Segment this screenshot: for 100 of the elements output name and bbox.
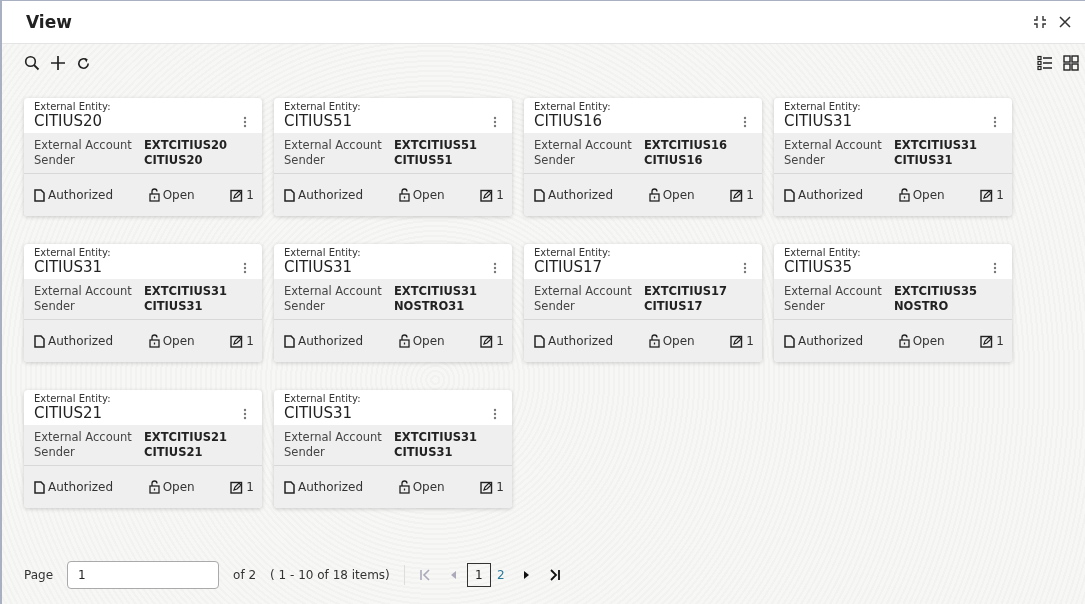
field-value: EXTCITIUS21 bbox=[144, 430, 228, 445]
unlock-icon bbox=[148, 480, 160, 494]
field-label: Sender bbox=[34, 153, 76, 168]
status-text: Authorized bbox=[298, 334, 364, 348]
plus-icon[interactable] bbox=[50, 55, 66, 71]
field-value: EXTCITIUS16 bbox=[644, 138, 728, 153]
record-card[interactable]: External Entity: CITIUS16 External Account EXTCITIUS16 Sender CITIUS16 Authorized Open 1 bbox=[524, 98, 762, 216]
lock-status-text: Open bbox=[662, 334, 695, 348]
collapse-icon[interactable] bbox=[1033, 15, 1047, 29]
entity-name: CITIUS31 bbox=[784, 112, 854, 130]
field-label: Sender bbox=[284, 153, 326, 168]
field-label: External Account bbox=[534, 138, 633, 153]
document-icon bbox=[34, 480, 45, 494]
record-card[interactable]: External Entity: CITIUS20 External Account EXTCITIUS20 Sender CITIUS20 Authorized Open 1 bbox=[24, 98, 262, 216]
kebab-menu-icon[interactable] bbox=[243, 262, 247, 274]
field-value: EXTCITIUS31 bbox=[394, 284, 478, 299]
field-label: Sender bbox=[284, 299, 326, 314]
entity-label: External Entity: bbox=[284, 101, 361, 112]
field-value: NOSTRO bbox=[894, 299, 949, 314]
edit-icon bbox=[230, 188, 244, 202]
field-label: Sender bbox=[784, 153, 826, 168]
window-title: View bbox=[26, 12, 72, 32]
entity-label: External Entity: bbox=[284, 393, 361, 404]
unlock-icon bbox=[898, 188, 910, 202]
record-card[interactable]: External Entity: CITIUS17 External Account EXTCITIUS17 Sender CITIUS17 Authorized Open 1 bbox=[524, 244, 762, 362]
field-label: Sender bbox=[284, 445, 326, 460]
list-view-icon[interactable] bbox=[1037, 55, 1053, 71]
entity-name: CITIUS35 bbox=[784, 258, 854, 276]
edit-count: 1 bbox=[246, 334, 254, 348]
close-icon[interactable] bbox=[1059, 16, 1071, 28]
entity-name: CITIUS51 bbox=[284, 112, 354, 130]
entity-name: CITIUS17 bbox=[534, 258, 604, 276]
record-card[interactable]: External Entity: CITIUS31 External Account EXTCITIUS31 Sender NOSTRO31 Authorized Open 1 bbox=[274, 244, 512, 362]
kebab-menu-icon[interactable] bbox=[493, 116, 497, 128]
record-card[interactable]: External Entity: CITIUS31 External Account EXTCITIUS31 Sender CITIUS31 Authorized Open 1 bbox=[274, 390, 512, 508]
field-label: External Account bbox=[34, 430, 133, 445]
unlock-icon bbox=[398, 480, 410, 494]
entity-label: External Entity: bbox=[34, 247, 111, 258]
field-label: External Account bbox=[534, 284, 633, 299]
field-value: CITIUS20 bbox=[144, 153, 203, 168]
status-text: Authorized bbox=[298, 188, 364, 202]
edit-icon bbox=[480, 334, 494, 348]
entity-name: CITIUS20 bbox=[34, 112, 104, 130]
edit-icon bbox=[480, 480, 494, 494]
status-text: Authorized bbox=[798, 334, 864, 348]
field-label: Sender bbox=[534, 299, 576, 314]
edit-icon bbox=[230, 334, 244, 348]
edit-icon bbox=[480, 188, 494, 202]
status-text: Authorized bbox=[798, 188, 864, 202]
field-value: CITIUS31 bbox=[894, 153, 953, 168]
kebab-menu-icon[interactable] bbox=[493, 408, 497, 420]
status-text: Authorized bbox=[48, 188, 114, 202]
edit-count: 1 bbox=[496, 480, 504, 494]
kebab-menu-icon[interactable] bbox=[993, 116, 997, 128]
document-icon bbox=[784, 188, 795, 202]
record-card[interactable]: External Entity: CITIUS31 External Account EXTCITIUS31 Sender CITIUS31 Authorized Open 1 bbox=[774, 98, 1012, 216]
kebab-menu-icon[interactable] bbox=[493, 262, 497, 274]
edit-count: 1 bbox=[246, 188, 254, 202]
entity-name: CITIUS31 bbox=[34, 258, 104, 276]
record-card[interactable]: External Entity: CITIUS35 External Account EXTCITIUS35 Sender NOSTRO Authorized Open 1 bbox=[774, 244, 1012, 362]
page-input-field[interactable]: 1 bbox=[67, 561, 220, 589]
field-value: CITIUS31 bbox=[144, 299, 203, 314]
document-icon bbox=[534, 334, 545, 348]
record-card[interactable]: External Entity: CITIUS51 External Account EXTCITIUS51 Sender CITIUS51 Authorized Open 1 bbox=[274, 98, 512, 216]
items-range-text: ( 1 - 10 of 18 items) bbox=[270, 568, 390, 582]
status-text: Authorized bbox=[48, 334, 114, 348]
field-label: External Account bbox=[784, 284, 883, 299]
unlock-icon bbox=[398, 334, 410, 348]
field-value: CITIUS51 bbox=[394, 153, 453, 168]
kebab-menu-icon[interactable] bbox=[993, 262, 997, 274]
page-number-button[interactable]: 2 bbox=[488, 563, 513, 587]
document-icon bbox=[784, 334, 795, 348]
unlock-icon bbox=[148, 334, 160, 348]
search-icon[interactable] bbox=[24, 55, 40, 71]
unlock-icon bbox=[898, 334, 910, 348]
refresh-icon[interactable] bbox=[76, 55, 91, 71]
grid-view-icon[interactable] bbox=[1063, 55, 1079, 71]
status-text: Authorized bbox=[298, 480, 364, 494]
field-label: Sender bbox=[534, 153, 576, 168]
edit-count: 1 bbox=[246, 480, 254, 494]
kebab-menu-icon[interactable] bbox=[243, 116, 247, 128]
field-label: External Account bbox=[784, 138, 883, 153]
lock-status-text: Open bbox=[412, 480, 445, 494]
lock-status-text: Open bbox=[912, 188, 945, 202]
field-label: Sender bbox=[34, 445, 76, 460]
record-card[interactable]: External Entity: CITIUS21 External Account EXTCITIUS21 Sender CITIUS21 Authorized Open 1 bbox=[24, 390, 262, 508]
entity-name: CITIUS16 bbox=[534, 112, 604, 130]
edit-count: 1 bbox=[996, 188, 1004, 202]
kebab-menu-icon[interactable] bbox=[743, 262, 747, 274]
entity-label: External Entity: bbox=[534, 101, 611, 112]
field-label: External Account bbox=[34, 284, 133, 299]
entity-label: External Entity: bbox=[784, 247, 861, 258]
record-card[interactable]: External Entity: CITIUS31 External Account EXTCITIUS31 Sender CITIUS31 Authorized Open 1 bbox=[24, 244, 262, 362]
kebab-menu-icon[interactable] bbox=[743, 116, 747, 128]
page-number-button[interactable]: 1 bbox=[466, 563, 491, 587]
kebab-menu-icon[interactable] bbox=[243, 408, 247, 420]
field-value: NOSTRO31 bbox=[394, 299, 465, 314]
field-label: Sender bbox=[34, 299, 76, 314]
edit-icon bbox=[730, 334, 744, 348]
lock-status-text: Open bbox=[162, 480, 195, 494]
